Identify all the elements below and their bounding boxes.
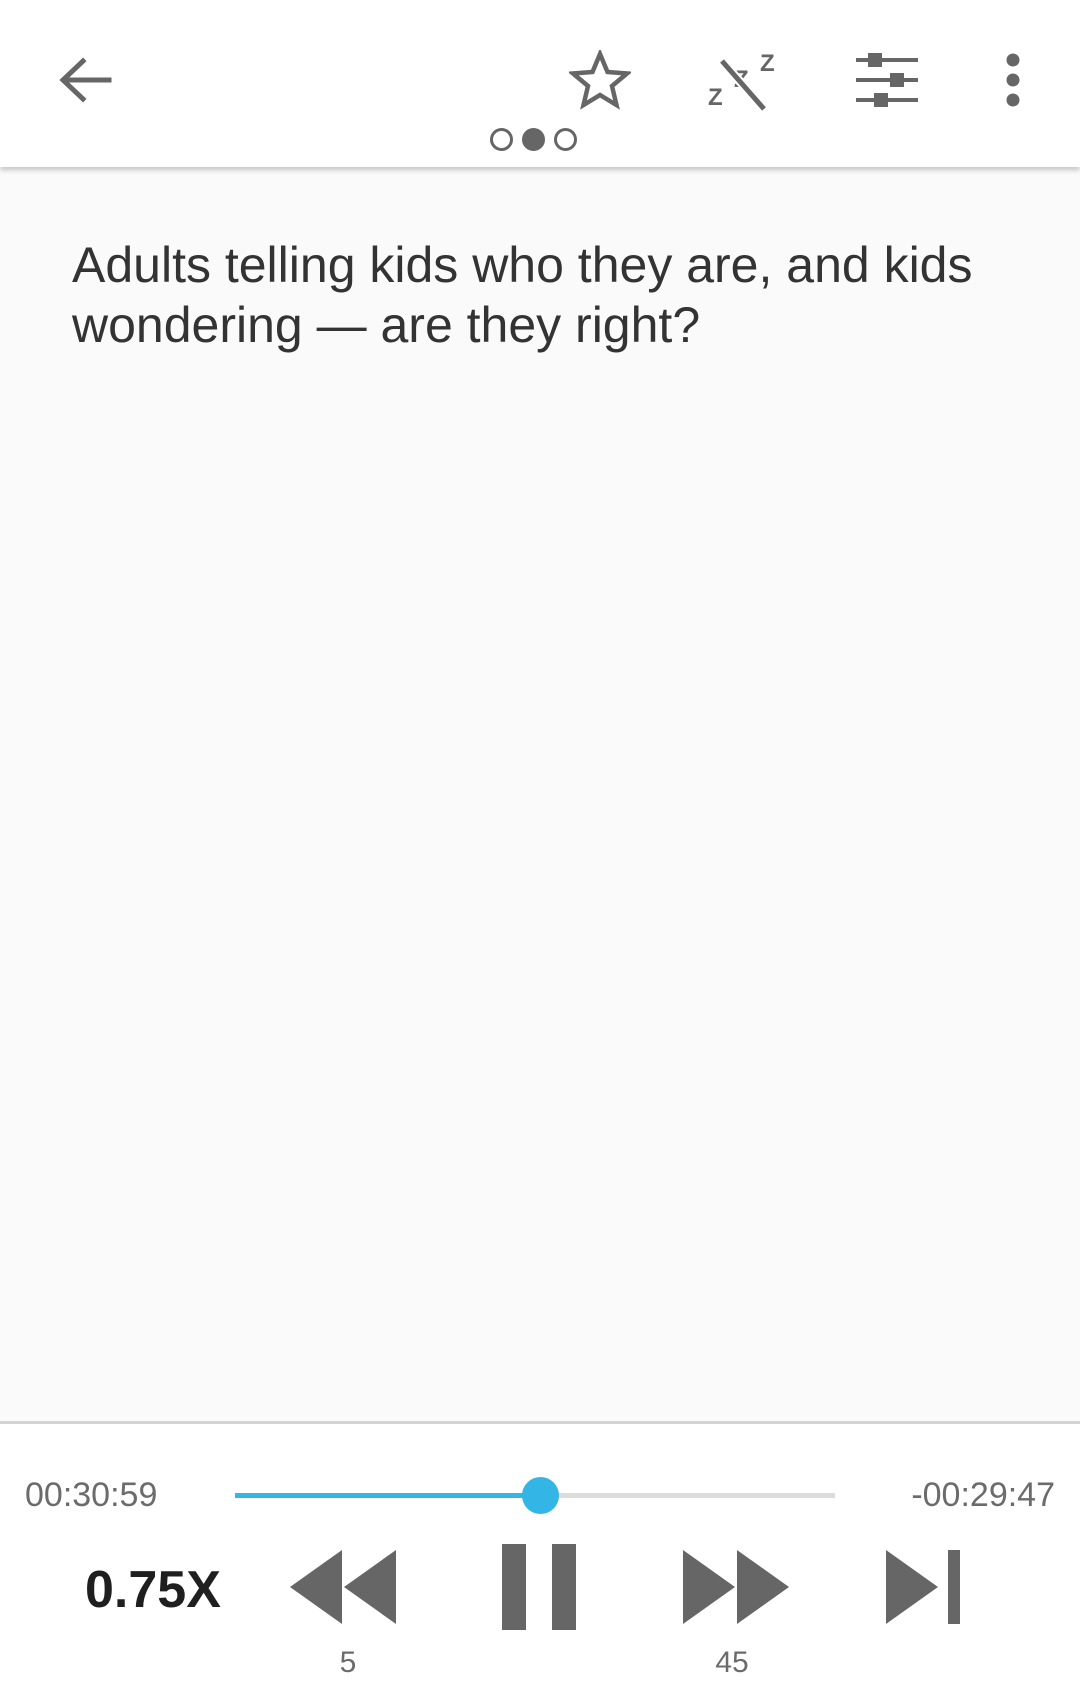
page-dot[interactable] xyxy=(554,128,577,151)
page-dot-active[interactable] xyxy=(522,128,545,151)
pause-button[interactable] xyxy=(502,1544,576,1630)
elapsed-time: 00:30:59 xyxy=(25,1476,158,1514)
skip-next-icon xyxy=(886,1550,960,1624)
rewind-button[interactable] xyxy=(290,1550,396,1624)
more-options-button[interactable] xyxy=(983,45,1043,115)
page-dot[interactable] xyxy=(490,128,513,151)
arrow-left-icon xyxy=(59,57,112,103)
rewind-seconds-label: 5 xyxy=(339,1646,357,1679)
fast-forward-icon xyxy=(683,1550,789,1624)
sleep-off-icon: Z Z Z xyxy=(708,50,775,111)
skip-next-button[interactable] xyxy=(886,1550,962,1624)
top-toolbar: Z Z Z xyxy=(0,0,1080,167)
seek-bar[interactable] xyxy=(235,1477,835,1514)
svg-text:Z: Z xyxy=(760,50,775,77)
playback-speed-button[interactable]: 0.75X xyxy=(85,1560,221,1620)
episode-text: Adults telling kids who they are, and ki… xyxy=(72,237,973,353)
pause-icon xyxy=(502,1544,576,1630)
forward-seconds-label: 45 xyxy=(715,1646,749,1679)
remaining-time: -00:29:47 xyxy=(911,1476,1055,1514)
back-button[interactable] xyxy=(40,40,130,120)
more-vert-icon xyxy=(1006,53,1020,107)
fast-forward-button[interactable] xyxy=(683,1550,789,1624)
star-outline-icon xyxy=(569,50,631,110)
rewind-icon xyxy=(290,1550,396,1624)
sliders-icon xyxy=(856,53,918,107)
svg-text:Z: Z xyxy=(708,84,723,111)
page-indicator xyxy=(490,128,577,151)
main-content: Adults telling kids who they are, and ki… xyxy=(0,167,1080,1421)
seek-bar-progress xyxy=(235,1493,541,1498)
seek-thumb[interactable] xyxy=(522,1477,560,1514)
player-bar: 00:30:59 -00:29:47 0.75X 5 45 xyxy=(0,1421,1080,1699)
equalizer-button[interactable] xyxy=(847,45,927,115)
favorite-button[interactable] xyxy=(560,45,640,115)
sleep-timer-button[interactable]: Z Z Z xyxy=(703,45,783,115)
